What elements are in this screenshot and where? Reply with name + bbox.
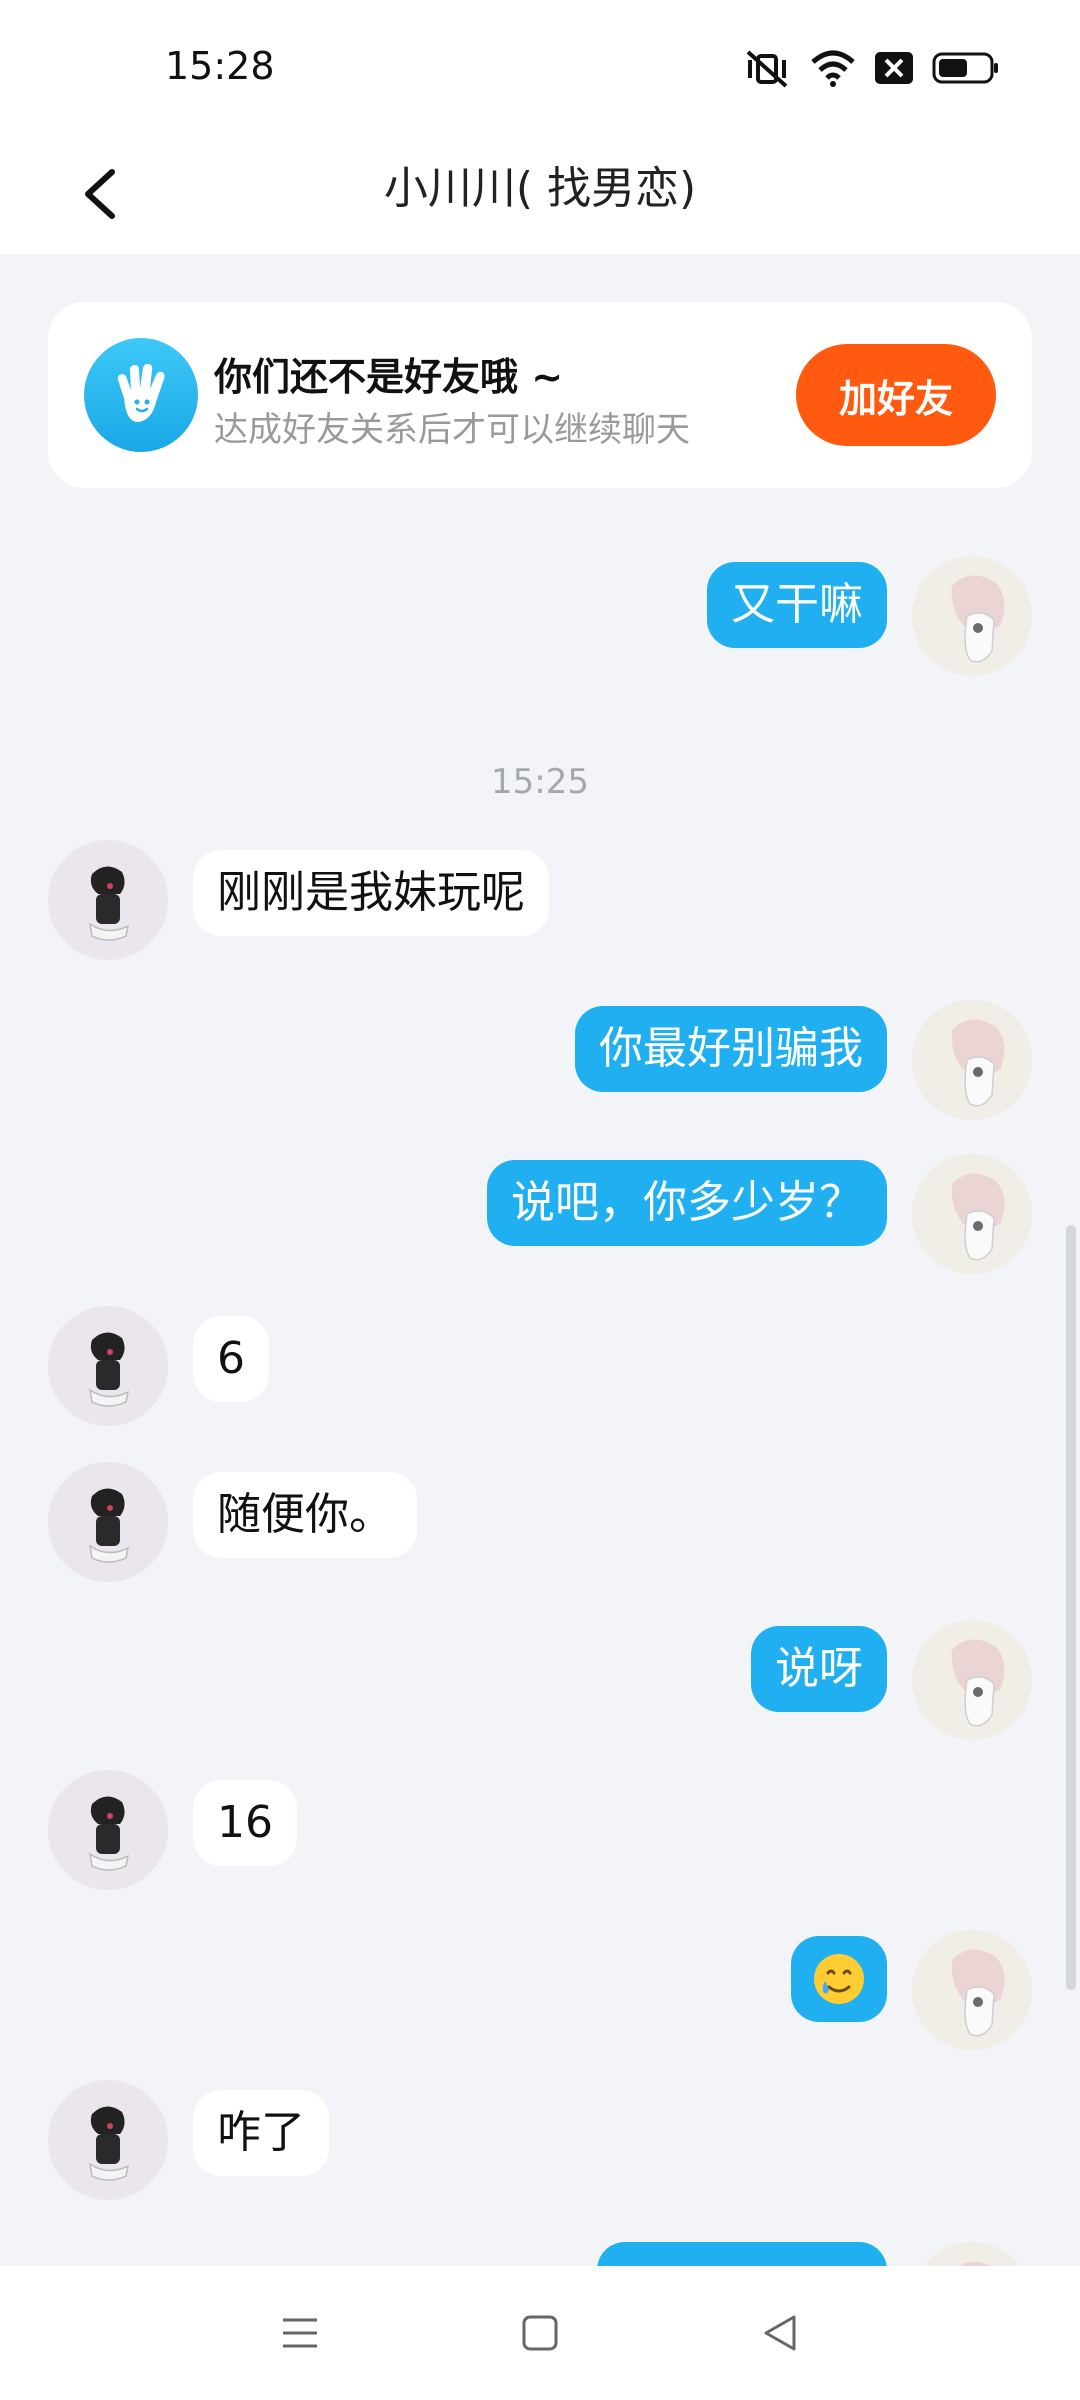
system-nav-bar	[0, 2266, 1080, 2400]
scrollbar[interactable]	[1066, 1225, 1076, 1990]
status-icons	[742, 46, 1000, 90]
message-timestamp: 15:25	[491, 762, 589, 802]
avatar[interactable]	[912, 2242, 1032, 2266]
avatar[interactable]	[912, 1000, 1032, 1120]
add-friend-button[interactable]: 加好友	[796, 344, 996, 446]
battery-icon	[932, 51, 1000, 85]
message-bubble-outgoing[interactable]: 说吧，你多少岁？	[487, 1160, 887, 1246]
message-bubble-incoming[interactable]: 咋了	[193, 2090, 329, 2176]
message-bubble-incoming[interactable]: 随便你。	[193, 1472, 417, 1558]
page-title: 小川川( 找男恋)	[383, 163, 697, 214]
status-bar: 15:28	[0, 0, 1080, 130]
avatar[interactable]	[912, 1154, 1032, 1274]
message-bubble-outgoing[interactable]: 你最好别骗我	[575, 1006, 887, 1092]
menu-button[interactable]	[260, 2293, 340, 2373]
avatar[interactable]	[48, 1770, 168, 1890]
wifi-icon	[810, 48, 856, 88]
not-friend-banner: 你们还不是好友哦 ~ 达成好友关系后才可以继续聊天 加好友	[48, 302, 1032, 488]
message-bubble-incoming[interactable]: 16	[193, 1780, 297, 1866]
avatar[interactable]	[48, 2080, 168, 2200]
message-bubble-outgoing[interactable]: 又干嘛	[707, 562, 887, 648]
message-bubble-outgoing[interactable]	[791, 1936, 887, 2022]
hand-wave-icon	[84, 338, 198, 452]
chat-message-list[interactable]: 又干嘛 15:25 刚刚是我妹玩呢 你最好别骗我 说吧，你多少岁？ 6 随便你。…	[0, 490, 1080, 2266]
message-bubble-incoming[interactable]: 6	[193, 1316, 269, 1402]
banner-title: 你们还不是好友哦 ~	[214, 355, 564, 399]
banner-subtitle: 达成好友关系后才可以继续聊天	[214, 410, 690, 450]
chat-header: 小川川( 找男恋)	[0, 130, 1080, 254]
data-off-icon	[874, 51, 914, 85]
avatar[interactable]	[912, 556, 1032, 676]
avatar[interactable]	[48, 840, 168, 960]
back-icon	[764, 2315, 796, 2351]
status-time: 15:28	[165, 44, 275, 88]
menu-icon	[283, 2318, 317, 2348]
message-bubble-incoming[interactable]: 刚刚是我妹玩呢	[193, 850, 549, 936]
smiling-face-with-tear-icon	[814, 1954, 864, 2004]
nav-back-button[interactable]	[740, 2293, 820, 2373]
avatar[interactable]	[48, 1306, 168, 1426]
avatar[interactable]	[912, 1620, 1032, 1740]
message-bubble-outgoing[interactable]	[597, 2242, 887, 2266]
avatar[interactable]	[912, 1930, 1032, 2050]
vibrate-off-icon	[742, 48, 792, 88]
home-icon	[522, 2315, 558, 2351]
home-button[interactable]	[500, 2293, 580, 2373]
message-bubble-outgoing[interactable]: 说呀	[751, 1626, 887, 1712]
avatar[interactable]	[48, 1462, 168, 1582]
